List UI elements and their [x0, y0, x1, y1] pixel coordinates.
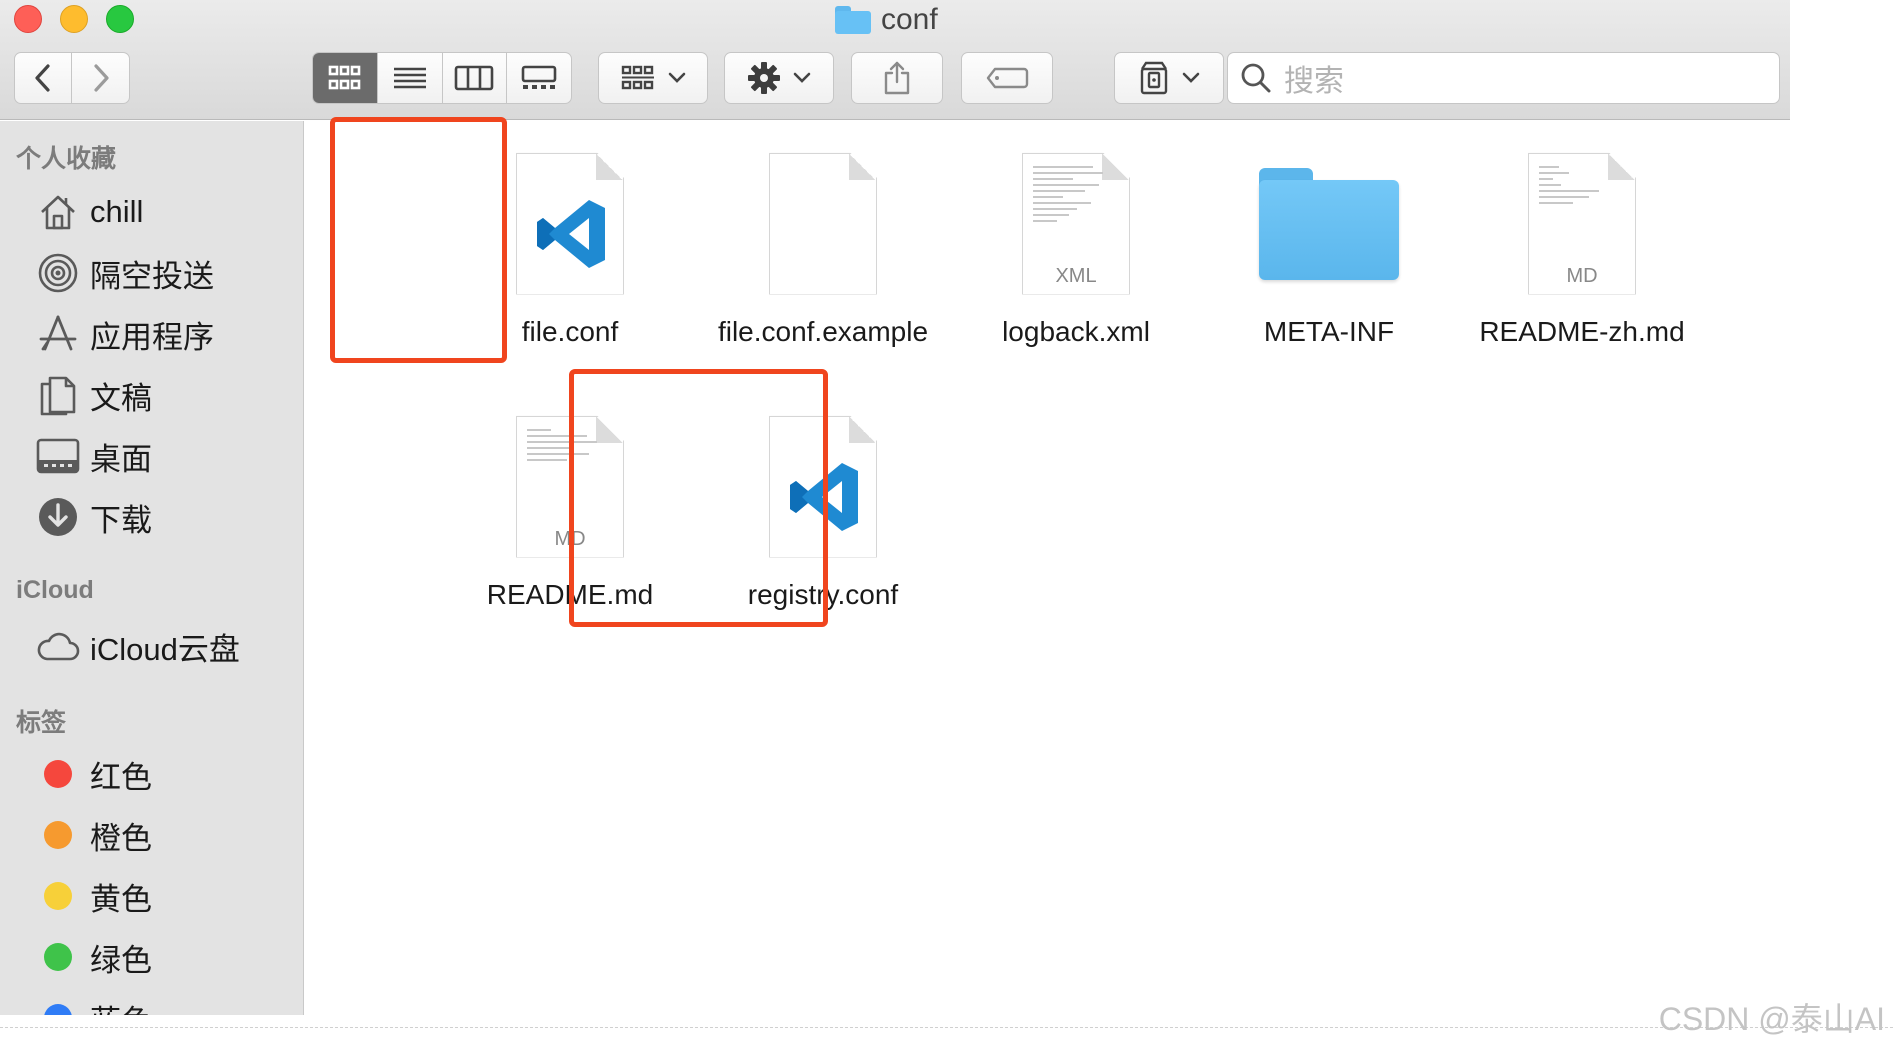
list-view-icon: [393, 67, 426, 89]
sidebar-item-label: 蓝色: [90, 996, 152, 1016]
gear-icon: [748, 62, 780, 94]
file-name: file.conf: [521, 316, 619, 347]
share-button[interactable]: [851, 52, 943, 104]
sidebar-item-label: 文稿: [90, 380, 152, 416]
search-icon: [1241, 63, 1271, 93]
sidebar-item-icloud-drive[interactable]: iCloud云盘: [36, 621, 240, 671]
file-type-label: MD: [1566, 264, 1598, 287]
applications-icon: [36, 312, 80, 356]
view-mode-control: [312, 52, 572, 104]
icon-view-button[interactable]: [313, 53, 378, 103]
file-type-label: XML: [1055, 264, 1097, 287]
file-item[interactable]: MD README-zh.md: [1457, 141, 1707, 348]
file-name: README-zh.md: [1479, 316, 1685, 347]
highlight-box-file-conf: [330, 117, 507, 363]
sidebar-item-airdrop[interactable]: 隔空投送: [36, 248, 214, 298]
sidebar-item-label: 红色: [90, 759, 152, 795]
sidebar-header-icloud: iCloud: [16, 576, 94, 604]
nav-buttons: [14, 52, 130, 104]
gallery-view-icon: [521, 65, 557, 89]
gallery-view-button[interactable]: [507, 53, 571, 103]
cloud-icon: [36, 624, 80, 668]
page-bottom-strip: [0, 1027, 1893, 1047]
highlight-box-registry-conf: [569, 369, 828, 627]
tag-dot: [44, 760, 72, 788]
folder-icon: [1259, 167, 1399, 280]
sidebar-item-label: iCloud云盘: [90, 631, 240, 667]
window-title-text: conf: [881, 3, 938, 36]
forward-button[interactable]: [72, 53, 129, 103]
list-view-button[interactable]: [378, 53, 443, 103]
markdown-document-icon: MD: [1528, 152, 1636, 295]
finder-window: conf 搜索 个人收藏 chill 隔空投送 应用程序 文稿 桌面 下载 iC…: [0, 0, 1790, 1015]
tag-icon: [986, 67, 1029, 89]
documents-icon: [36, 373, 80, 417]
file-grid: file.conf file.conf.example XML logback.…: [305, 117, 1790, 1015]
file-name: logback.xml: [1002, 316, 1150, 347]
blank-document-icon: [769, 152, 877, 295]
file-item[interactable]: file.conf.example: [698, 141, 948, 348]
sidebar-header-tags: 标签: [16, 709, 67, 737]
folder-item[interactable]: META-INF: [1204, 141, 1454, 348]
tag-dot: [44, 882, 72, 910]
toolbar: conf 搜索: [0, 0, 1790, 120]
xml-document-icon: XML: [1022, 152, 1130, 295]
sidebar-item-applications[interactable]: 应用程序: [36, 309, 214, 359]
sidebar-tag-blue[interactable]: 蓝色: [36, 993, 152, 1015]
search-input[interactable]: 搜索: [1227, 52, 1780, 104]
sidebar-item-label: 桌面: [90, 441, 152, 477]
tag-dot: [44, 1004, 72, 1015]
tag-dot: [44, 943, 72, 971]
vscode-file-icon: [516, 152, 624, 295]
sidebar-item-label: 黄色: [90, 881, 152, 917]
chevron-left-icon: [35, 64, 50, 92]
sidebar-header-favorites: 个人收藏: [16, 145, 117, 173]
window-title: conf: [835, 0, 938, 40]
sidebar-item-home[interactable]: chill: [36, 187, 143, 237]
minimize-button[interactable]: [60, 5, 88, 33]
download-icon: [36, 495, 80, 539]
file-name: META-INF: [1263, 316, 1395, 347]
back-button[interactable]: [15, 53, 73, 103]
airdrop-icon: [36, 251, 80, 295]
sidebar-item-documents[interactable]: 文稿: [36, 370, 152, 420]
icon-view-icon: [328, 65, 361, 90]
close-button[interactable]: [14, 5, 42, 33]
sidebar-item-label: 橙色: [90, 820, 152, 856]
share-icon: [884, 61, 910, 95]
chevron-down-icon: [793, 72, 811, 83]
chevron-right-icon: [93, 64, 109, 92]
chevron-down-icon: [1182, 72, 1200, 83]
file-name: file.conf.example: [717, 316, 929, 347]
sidebar-item-label: 绿色: [90, 942, 152, 978]
archive-button[interactable]: [1114, 52, 1224, 104]
file-item[interactable]: XML logback.xml: [951, 141, 1201, 348]
sidebar-item-desktop[interactable]: 桌面: [36, 431, 152, 481]
zoom-button[interactable]: [106, 5, 134, 33]
watermark: CSDN @泰山AI: [1658, 1001, 1885, 1037]
sidebar-tag-yellow[interactable]: 黄色: [36, 871, 152, 921]
sidebar-tag-green[interactable]: 绿色: [36, 932, 152, 982]
tags-button[interactable]: [961, 52, 1053, 104]
archive-icon: [1140, 61, 1168, 95]
group-icon: [621, 65, 654, 90]
sidebar-tag-orange[interactable]: 橙色: [36, 810, 152, 860]
action-menu-button[interactable]: [724, 52, 834, 104]
column-view-button[interactable]: [443, 53, 508, 103]
sidebar-item-label: 下载: [90, 502, 152, 538]
sidebar: 个人收藏 chill 隔空投送 应用程序 文稿 桌面 下载 iCloud iCl…: [0, 121, 304, 1015]
folder-icon: [835, 6, 871, 34]
chevron-down-icon: [668, 72, 686, 83]
search-placeholder: 搜索: [1284, 65, 1344, 98]
column-view-icon: [455, 65, 494, 91]
group-by-button[interactable]: [598, 52, 708, 104]
tag-dot: [44, 821, 72, 849]
sidebar-item-label: chill: [90, 194, 144, 229]
sidebar-item-label: 应用程序: [90, 319, 214, 355]
home-icon: [36, 190, 80, 234]
sidebar-tag-red[interactable]: 红色: [36, 749, 152, 799]
desktop-icon: [36, 434, 80, 478]
sidebar-item-label: 隔空投送: [90, 258, 214, 294]
sidebar-item-downloads[interactable]: 下载: [36, 492, 152, 542]
